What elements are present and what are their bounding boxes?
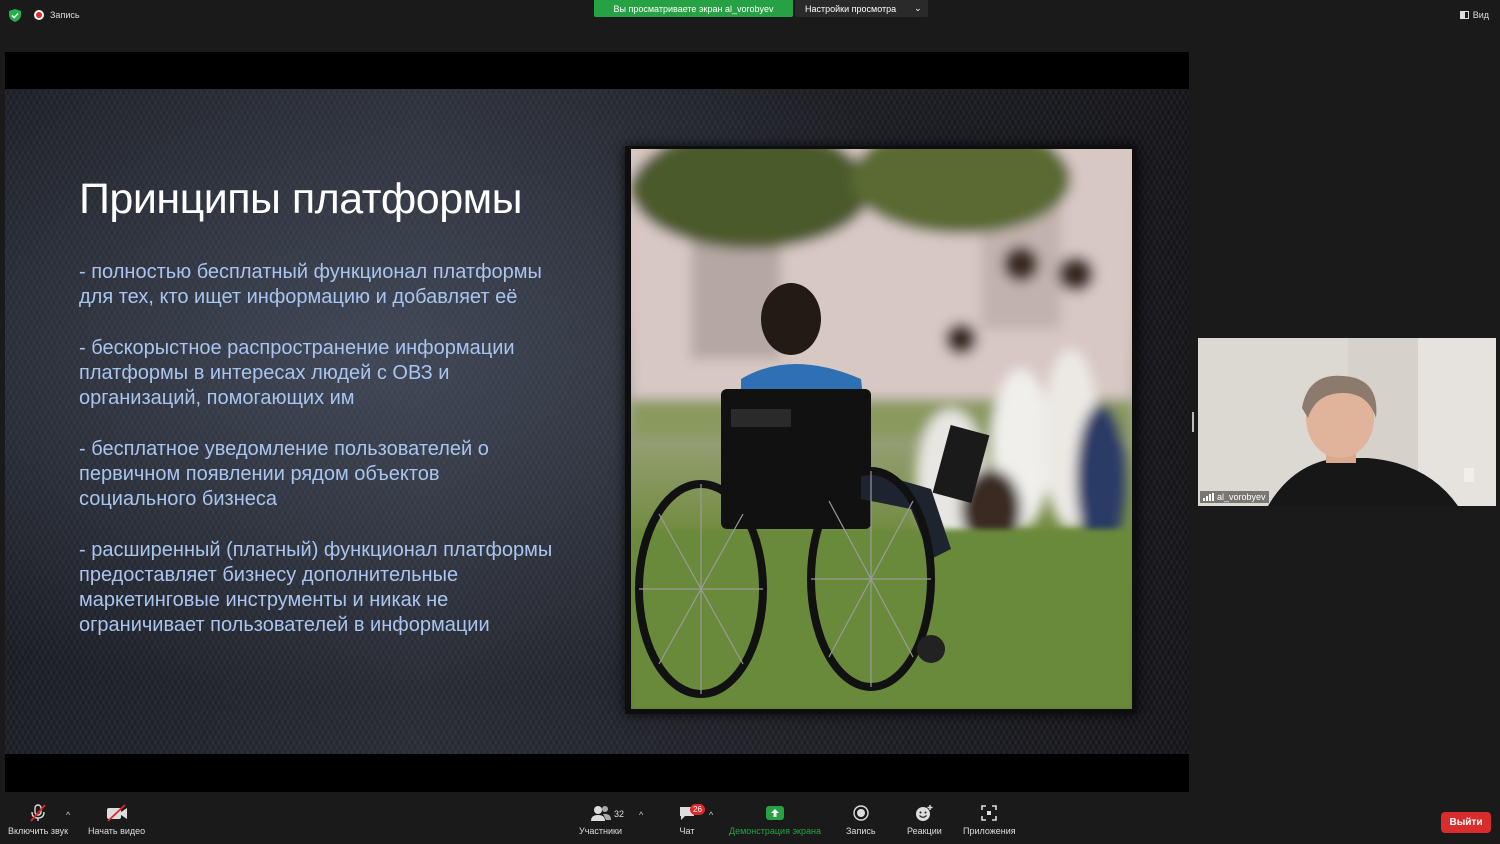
top-bar: Запись Вы просматриваете экран al_voroby… <box>0 0 1500 30</box>
apps-label: Приложения <box>963 826 1016 836</box>
participants-count: 32 <box>614 809 625 819</box>
presentation-slide: Принципы платформы - полностью бесплатны… <box>5 89 1189 754</box>
reactions-label: Реакции <box>907 826 942 836</box>
slide-bullet: - расширенный (платный) функционал платф… <box>79 539 553 636</box>
unmute-button[interactable]: Включить звук <box>8 804 68 836</box>
chevron-down-icon: ⌄ <box>914 3 922 13</box>
reactions-smiley-icon <box>916 805 933 821</box>
viewing-screen-banner: Вы просматриваете экран al_vorobyev <box>594 0 793 17</box>
participants-label: Участники <box>579 826 622 836</box>
view-label: Вид <box>1472 10 1489 20</box>
record-label: Запись <box>846 826 876 836</box>
participant-name-tag: al_vorobyev <box>1200 491 1269 503</box>
slide-bullets: - полностью бесплатный функционал платфо… <box>79 260 559 664</box>
shield-icon[interactable] <box>9 9 21 22</box>
recording-indicator[interactable]: Запись <box>34 10 80 20</box>
slide-title: Принципы платформы <box>79 175 523 223</box>
view-layout-icon <box>1459 11 1469 19</box>
chat-options-chevron-icon[interactable]: ^ <box>709 810 713 820</box>
participants-options-chevron-icon[interactable]: ^ <box>639 810 643 820</box>
slide-bullet: - полностью бесплатный функционал платфо… <box>79 261 542 308</box>
share-screen-button[interactable]: Демонстрация экрана <box>729 804 821 836</box>
viewing-label: Вы просматриваете экран al_vorobyev <box>613 3 774 14</box>
wheelchair-photo <box>631 149 1132 709</box>
video-off-icon <box>106 804 127 822</box>
slide-bullet: - бескорыстное распространение информаци… <box>79 337 515 409</box>
share-screen-icon <box>765 806 784 820</box>
slide-bullet: - бесплатное уведомление пользователей о… <box>79 438 489 510</box>
record-button[interactable]: Запись <box>846 804 876 836</box>
leave-label: Выйти <box>1449 817 1483 828</box>
view-button[interactable]: Вид <box>1459 10 1489 20</box>
slide-photo-frame <box>625 146 1137 714</box>
record-dot-icon <box>34 10 44 20</box>
start-video-label: Начать видео <box>88 826 146 836</box>
chat-label: Чат <box>679 826 695 836</box>
muted-mic-icon <box>30 804 46 822</box>
recording-label: Запись <box>50 10 80 20</box>
unmute-label: Включить звук <box>8 826 69 836</box>
audio-options-chevron-icon[interactable]: ^ <box>66 810 70 820</box>
apps-button[interactable]: Приложения <box>963 804 1016 836</box>
signal-bars-icon <box>1203 493 1214 501</box>
start-video-button[interactable]: Начать видео <box>88 804 145 836</box>
participants-icon <box>590 806 611 821</box>
record-icon <box>853 805 869 821</box>
panel-resize-handle[interactable] <box>1192 412 1194 432</box>
chat-unread-badge: 26 <box>690 804 705 815</box>
share-screen-label: Демонстрация экрана <box>729 826 821 836</box>
participant-name: al_vorobyev <box>1217 492 1266 502</box>
apps-icon <box>981 805 998 821</box>
leave-meeting-button[interactable]: Выйти <box>1441 812 1491 833</box>
participant-video[interactable] <box>1198 338 1496 506</box>
reactions-button[interactable]: Реакции <box>907 804 942 836</box>
view-settings-button[interactable]: Настройки просмотра ⌄ <box>795 0 928 17</box>
view-settings-label: Настройки просмотра <box>805 3 897 14</box>
